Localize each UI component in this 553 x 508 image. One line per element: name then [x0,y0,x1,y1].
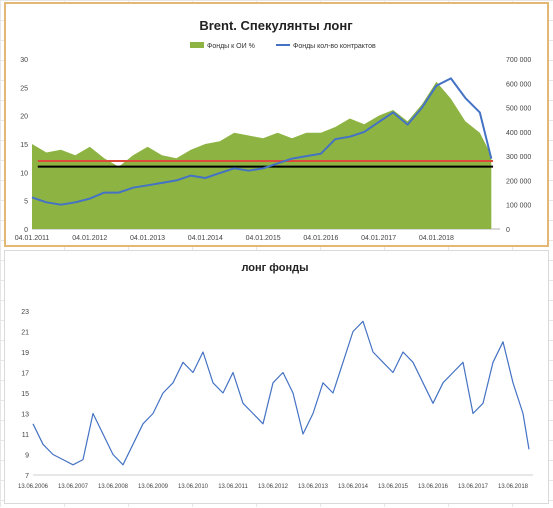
y-right-tick-label: 500 000 [506,106,531,113]
x-tick-label: 04.01.2018 [419,235,454,242]
x-tick-label: 13.06.2016 [418,484,449,490]
x-tick-label: 04.01.2014 [188,235,223,242]
y-tick-label: 17 [21,371,29,378]
x-tick-label: 04.01.2012 [72,235,107,242]
y-tick-label: 9 [25,453,29,460]
x-tick-label: 13.06.2014 [338,484,369,490]
x-tick-label: 04.01.2011 [15,235,50,242]
x-tick-label: 13.06.2018 [498,484,529,490]
y-left-tick-label: 25 [20,85,28,92]
y-tick-label: 19 [21,350,29,357]
y-right-tick-label: 0 [506,227,510,234]
x-tick-label: 04.01.2017 [361,235,396,242]
y-left-tick-label: 10 [20,170,28,177]
y-left-tick-label: 20 [20,114,28,121]
y-right-tick-label: 400 000 [506,130,531,137]
x-tick-label: 13.06.2015 [378,484,409,490]
chart-bottom-svg: лонг фонды 7 9 11 13 15 17 19 21 23 13.06.2006 13.0… [18,262,533,490]
x-tick-label: 13.06.2010 [178,484,209,490]
area-series-funds-oi-pct [32,81,492,229]
legend-label-area: Фонды к ОИ % [207,43,255,50]
y-left-tick-label: 5 [24,199,28,206]
legend-label-line: Фонды кол-во контрактов [293,43,376,50]
y-tick-label: 23 [21,309,29,316]
legend-swatch-area [190,42,204,48]
y-left-tick-label: 30 [20,57,28,64]
y-tick-label: 11 [22,432,29,439]
x-tick-label: 13.06.2013 [298,484,329,490]
y-tick-label: 13 [21,412,29,419]
chart-title: Brent. Спекулянты лонг [199,18,353,33]
y-right-tick-label: 600 000 [506,81,531,88]
y-right-tick-label: 700 000 [506,57,531,64]
x-tick-label: 13.06.2011 [218,484,248,490]
line-series-long-funds [32,320,530,466]
y-left-tick-label: 0 [24,227,28,234]
x-tick-label: 13.06.2017 [458,484,489,490]
x-tick-label: 13.06.2008 [98,484,129,490]
x-tick-label: 04.01.2013 [130,235,165,242]
y-tick-label: 21 [21,330,29,337]
y-left-tick-label: 15 [20,142,28,149]
x-tick-label: 04.01.2015 [246,235,281,242]
y-right-tick-label: 100 000 [506,203,531,210]
x-tick-label: 13.06.2009 [138,484,169,490]
x-tick-label: 13.06.2012 [258,484,289,490]
y-tick-label: 15 [21,391,29,398]
chart-brent-spec-long[interactable]: Brent. Спекулянты лонг Фонды к ОИ % Фонды … [4,2,549,247]
chart-top-svg: Brent. Спекулянты лонг Фонды к ОИ % Фонды … [15,18,532,242]
x-tick-label: 04.01.2016 [303,235,338,242]
y-right-tick-label: 300 000 [506,154,531,161]
y-right-tick-label: 200 000 [506,178,531,185]
y-tick-label: 7 [25,473,29,480]
chart-title: лонг фонды [241,262,308,274]
chart-long-funds[interactable]: лонг фонды 7 9 11 13 15 17 19 21 23 13.06.2006 13.0… [4,250,549,504]
x-tick-label: 13.06.2006 [18,484,49,490]
x-tick-label: 13.06.2007 [58,484,89,490]
